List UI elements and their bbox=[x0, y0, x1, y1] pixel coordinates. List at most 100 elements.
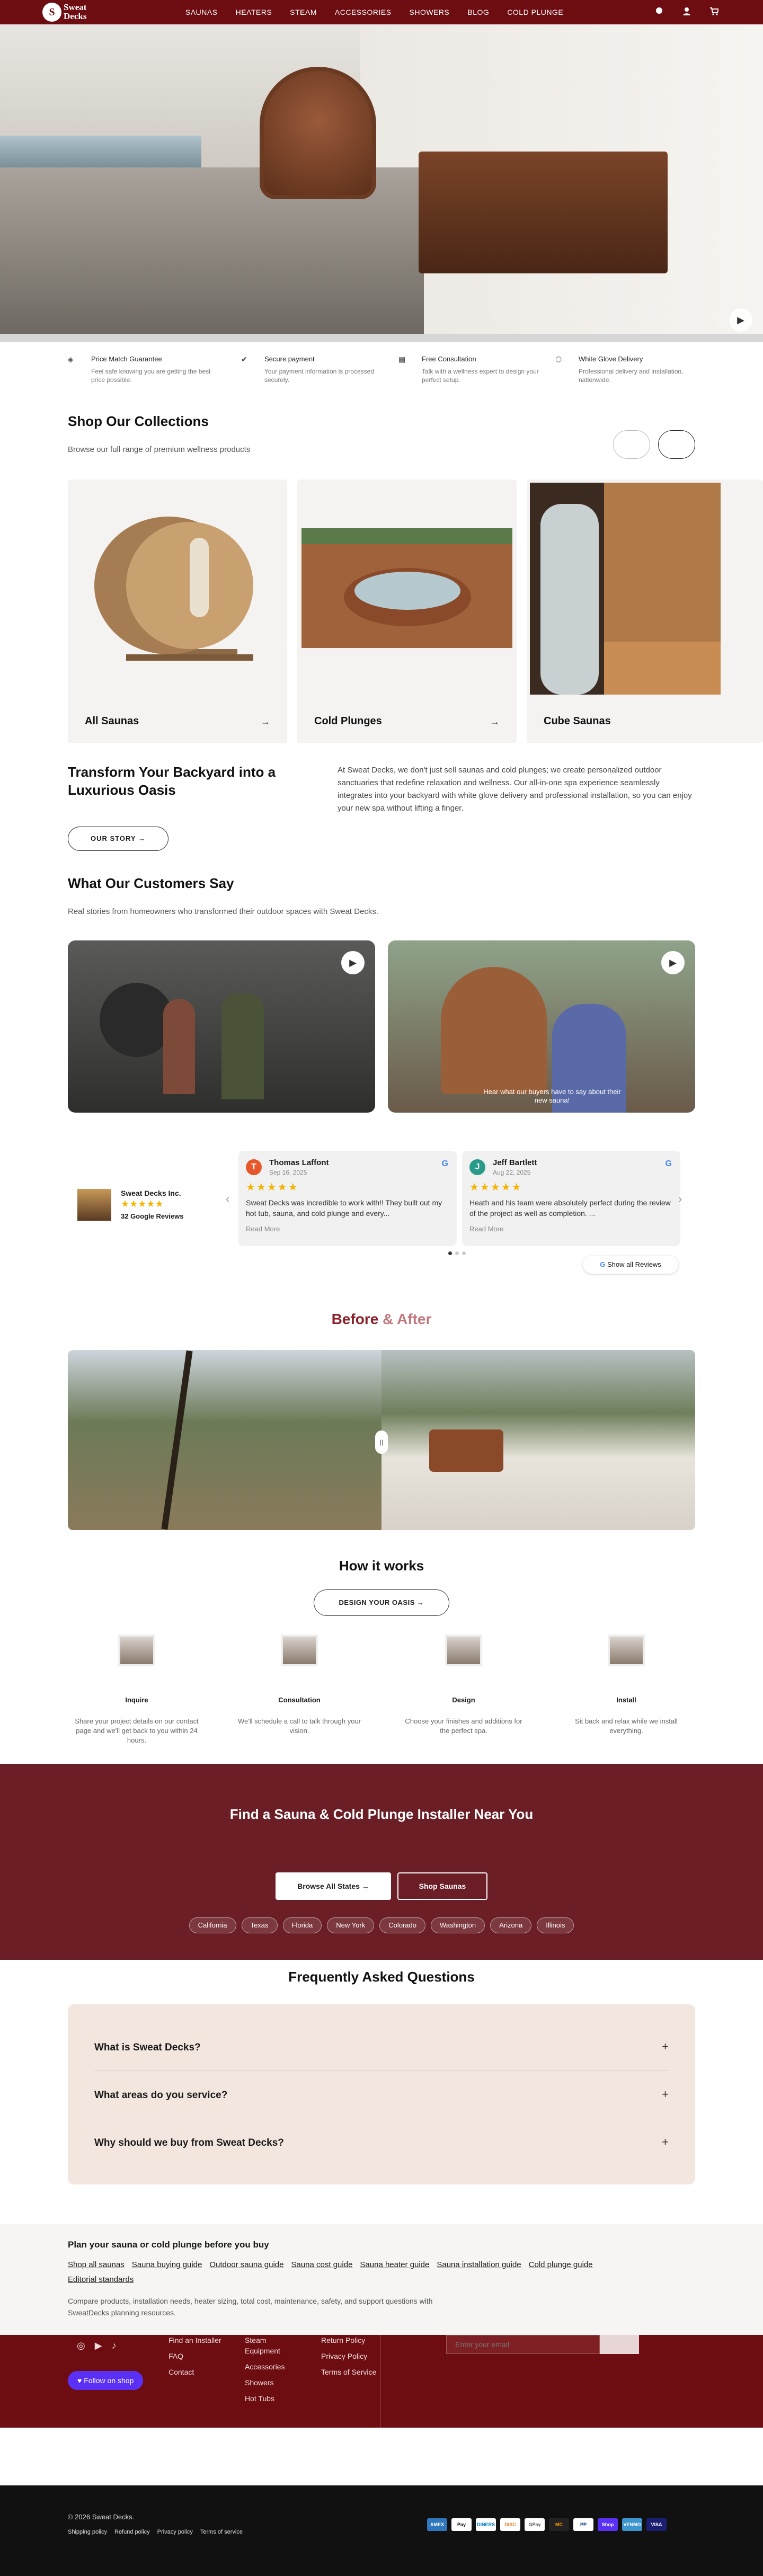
collections-title: Shop Our Collections bbox=[68, 413, 209, 429]
pagination-dot[interactable] bbox=[462, 1251, 466, 1255]
footer-link[interactable]: Hot Tubs bbox=[245, 2393, 298, 2404]
hero-video[interactable]: ▶ bbox=[0, 24, 763, 342]
menu-heaters[interactable]: HEATERS bbox=[236, 0, 272, 24]
feature-item: ▤ Free Consultation Talk with a wellness e… bbox=[398, 355, 547, 384]
state-pill[interactable]: Arizona bbox=[490, 1917, 532, 1933]
testimonial-video-2[interactable]: ▶ Hear what our buyers have to say about… bbox=[388, 940, 695, 1113]
menu-steam[interactable]: STEAM bbox=[290, 0, 317, 24]
play-icon[interactable]: ▶ bbox=[341, 951, 365, 974]
menu-accessories[interactable]: ACCESSORIES bbox=[335, 0, 392, 24]
state-pill[interactable]: Washington bbox=[430, 1917, 485, 1933]
state-pill[interactable]: New York bbox=[327, 1917, 375, 1933]
plan-link[interactable]: Sauna buying guide bbox=[132, 2260, 202, 2269]
step-title: Design bbox=[452, 1696, 475, 1704]
carousel-prev-button[interactable] bbox=[613, 430, 650, 459]
newsletter-submit-button[interactable] bbox=[600, 2335, 639, 2354]
browse-states-button[interactable]: Browse All States → bbox=[276, 1872, 391, 1900]
plan-title: Plan your sauna or cold plunge before yo… bbox=[68, 2240, 269, 2250]
account-icon[interactable] bbox=[681, 6, 693, 18]
footer-link[interactable]: Contact bbox=[168, 2367, 227, 2377]
menu-blog[interactable]: BLOG bbox=[467, 0, 489, 24]
pagination-dot[interactable] bbox=[455, 1251, 459, 1255]
design-oasis-button[interactable]: DESIGN YOUR OASIS → bbox=[314, 1589, 449, 1616]
state-pill[interactable]: Colorado bbox=[379, 1917, 425, 1933]
plus-icon[interactable]: + bbox=[662, 2040, 669, 2054]
footer-link[interactable]: Accessories bbox=[245, 2361, 298, 2372]
footer-link[interactable]: Showers bbox=[245, 2377, 298, 2388]
review-card[interactable]: T Thomas Laffont Sep 16, 2025 G ★★★★★ Sw… bbox=[238, 1151, 457, 1246]
show-all-reviews-button[interactable]: G Show all Reviews bbox=[583, 1256, 678, 1274]
footer-link[interactable]: Find an Installer bbox=[168, 2335, 227, 2346]
video-person-1 bbox=[163, 999, 195, 1094]
cart-icon[interactable] bbox=[708, 6, 720, 18]
play-icon[interactable]: ▶ bbox=[729, 308, 752, 332]
our-story-button[interactable]: OUR STORY → bbox=[68, 827, 168, 851]
step-install: Install Sit back and relax while we insta… bbox=[563, 1635, 690, 1736]
collection-card-all-saunas[interactable]: All Saunas → bbox=[68, 479, 287, 743]
brand-logo[interactable]: S bbox=[42, 3, 61, 22]
step-image bbox=[281, 1635, 318, 1666]
state-pill[interactable]: Florida bbox=[282, 1917, 322, 1933]
plan-link[interactable]: Outdoor sauna guide bbox=[209, 2260, 283, 2269]
discover-icon: DISC bbox=[500, 2518, 520, 2531]
feature-title: White Glove Delivery bbox=[579, 355, 643, 363]
menu-cold-plunge[interactable]: COLD PLUNGE bbox=[507, 0, 563, 24]
menu-saunas[interactable]: SAUNAS bbox=[185, 0, 218, 24]
state-pill[interactable]: Illinois bbox=[537, 1917, 574, 1933]
brand-name[interactable]: Sweat Decks bbox=[64, 3, 111, 21]
plan-link[interactable]: Sauna cost guide bbox=[291, 2260, 352, 2269]
state-pills: California Texas Florida New York Colorado Wa… bbox=[0, 1917, 763, 1933]
collection-card-cube-saunas[interactable]: Cube Saunas bbox=[527, 479, 763, 743]
footer-link[interactable]: Privacy Policy bbox=[321, 2351, 379, 2361]
planning-resources: Plan your sauna or cold plunge before yo… bbox=[0, 2224, 763, 2335]
play-icon[interactable]: ▶ bbox=[661, 951, 685, 974]
footer-col-1: Find an Installer FAQ Contact bbox=[168, 2335, 227, 2377]
state-pill[interactable]: Texas bbox=[241, 1917, 278, 1933]
pagination-dot[interactable] bbox=[448, 1251, 452, 1255]
cube-sauna-image bbox=[530, 483, 721, 695]
faq-item[interactable]: What is Sweat Decks? + bbox=[94, 2023, 669, 2071]
tree-trunk bbox=[161, 1350, 193, 1530]
tiktok-icon[interactable]: ♪ bbox=[112, 2340, 126, 2351]
plan-link[interactable]: Editorial standards bbox=[68, 2275, 134, 2284]
chevron-left-icon[interactable]: ‹ bbox=[226, 1192, 229, 1206]
review-count: 32 Google Reviews bbox=[121, 1212, 184, 1220]
plan-link[interactable]: Shop all saunas bbox=[68, 2260, 125, 2269]
follow-on-shop-button[interactable]: ♥ Follow on shop bbox=[68, 2371, 144, 2390]
testimonial-video-1[interactable]: ▶ bbox=[68, 940, 375, 1113]
collection-card-cold-plunges[interactable]: Cold Plunges → bbox=[297, 479, 517, 743]
plan-link[interactable]: Cold plunge guide bbox=[529, 2260, 593, 2269]
plan-link[interactable]: Sauna installation guide bbox=[437, 2260, 521, 2269]
google-icon: G bbox=[600, 1260, 606, 1268]
instagram-icon[interactable]: ◎ bbox=[77, 2340, 95, 2351]
state-pill[interactable]: California bbox=[189, 1917, 236, 1933]
footer-link[interactable]: FAQ bbox=[168, 2351, 227, 2361]
footer-link[interactable]: Steam Equipment bbox=[245, 2335, 298, 2356]
chevron-right-icon[interactable]: › bbox=[678, 1192, 682, 1206]
footer-link[interactable]: Return Policy bbox=[321, 2335, 379, 2346]
policy-link[interactable]: Shipping policy bbox=[68, 2529, 107, 2535]
compare-slider-handle[interactable]: || bbox=[375, 1431, 388, 1454]
youtube-icon[interactable]: ▶ bbox=[95, 2340, 112, 2351]
carousel-next-button[interactable] bbox=[658, 430, 695, 459]
footer-link[interactable]: Terms of Service bbox=[321, 2367, 379, 2377]
read-more-link[interactable]: Read More bbox=[246, 1225, 280, 1233]
plan-link[interactable]: Sauna heater guide bbox=[360, 2260, 429, 2269]
card-label: All Saunas bbox=[85, 715, 139, 727]
menu-showers[interactable]: SHOWERS bbox=[410, 0, 450, 24]
plus-icon[interactable]: + bbox=[662, 2088, 669, 2101]
review-card[interactable]: J Jeff Bartlett Aug 22, 2025 G ★★★★★ Hea… bbox=[462, 1151, 680, 1246]
business-name: Sweat Decks Inc. bbox=[121, 1189, 181, 1197]
policy-link[interactable]: Terms of service bbox=[200, 2529, 243, 2535]
step-title: Consultation bbox=[278, 1696, 321, 1704]
plus-icon[interactable]: + bbox=[662, 2135, 669, 2149]
policy-link[interactable]: Refund policy bbox=[114, 2529, 150, 2535]
shop-saunas-button[interactable]: Shop Saunas bbox=[397, 1872, 487, 1900]
read-more-link[interactable]: Read More bbox=[469, 1225, 503, 1233]
search-icon[interactable] bbox=[654, 6, 666, 18]
faq-item[interactable]: Why should we buy from Sweat Decks? + bbox=[94, 2118, 669, 2166]
newsletter-email-input[interactable] bbox=[446, 2335, 600, 2354]
faq-item[interactable]: What areas do you service? + bbox=[94, 2071, 669, 2118]
policy-link[interactable]: Privacy policy bbox=[157, 2529, 193, 2535]
review-date: Sep 16, 2025 bbox=[269, 1169, 307, 1176]
